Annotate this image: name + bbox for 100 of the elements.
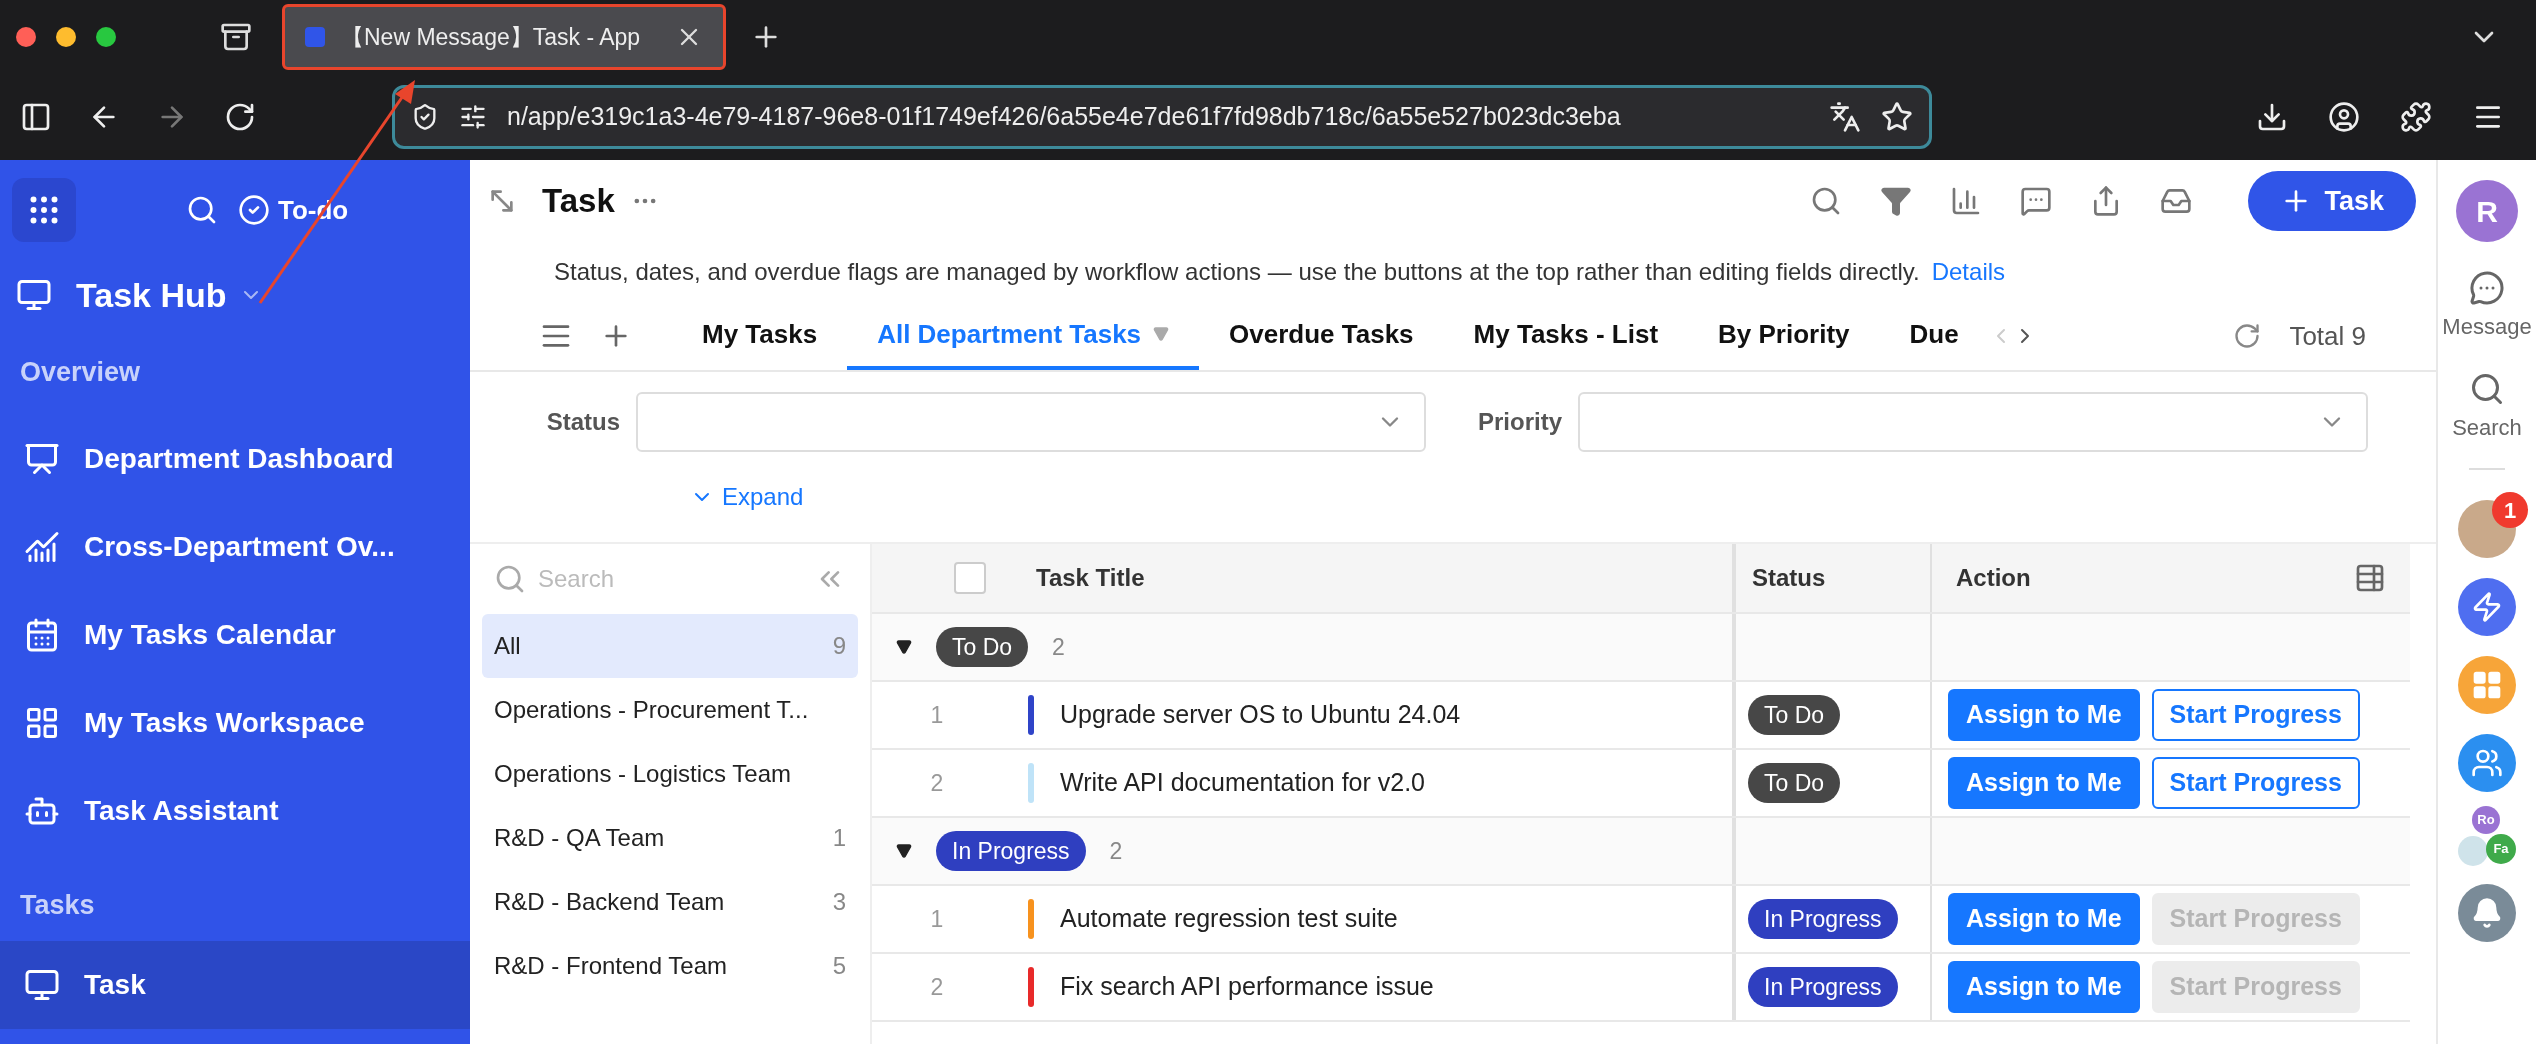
notification-badge: 1 xyxy=(2492,492,2528,528)
download-icon[interactable] xyxy=(2256,101,2288,133)
collapse-caret-icon[interactable] xyxy=(896,843,912,859)
action-button[interactable]: Assign to Me xyxy=(1948,689,2140,741)
status-tag: To Do xyxy=(1748,695,1841,735)
ai-assistant-button[interactable] xyxy=(2458,578,2516,636)
view-tab[interactable]: All Department Tasks xyxy=(847,302,1200,370)
action-button[interactable]: Assign to Me xyxy=(1948,757,2140,809)
task-title: Write API documentation for v2.0 xyxy=(1060,767,1425,799)
collapse-caret-icon[interactable] xyxy=(896,639,912,655)
group-avatar: Fa xyxy=(2486,834,2516,864)
contacts-button[interactable] xyxy=(2458,734,2516,792)
sidebar-item[interactable]: My Tasks Workspace xyxy=(0,678,470,767)
caret-icon xyxy=(1153,326,1170,342)
view-tab[interactable]: Overdue Tasks xyxy=(1199,302,1444,370)
group-avatar: Ro xyxy=(2472,806,2500,834)
add-task-button[interactable]: Task xyxy=(2248,171,2416,231)
minimize-window-icon[interactable] xyxy=(56,27,76,47)
group-item[interactable]: Operations - Procurement T... xyxy=(482,678,858,742)
message-icon xyxy=(2469,270,2505,306)
lightning-icon xyxy=(2471,591,2503,623)
site-settings-icon[interactable] xyxy=(459,103,487,131)
view-tab[interactable]: My Tasks - List xyxy=(1443,302,1689,370)
group-item[interactable]: R&D - Backend Team 3 xyxy=(482,870,858,934)
filter-label: Status xyxy=(545,407,620,437)
column-header: Action xyxy=(1956,563,2031,593)
select-all-checkbox[interactable] xyxy=(954,562,986,594)
total-count: Total 9 xyxy=(2289,319,2366,353)
search-icon xyxy=(2469,371,2505,407)
favicon-icon xyxy=(305,27,325,47)
tab-title: 【New Message】Task - App xyxy=(341,22,642,52)
app-icon xyxy=(16,277,52,313)
account-icon[interactable] xyxy=(2328,101,2360,133)
sidebar-item[interactable]: Department Dashboard xyxy=(0,414,470,503)
action-button[interactable]: Start Progress xyxy=(2151,689,2360,741)
filter-icon[interactable] xyxy=(1880,185,1913,217)
refresh-icon[interactable] xyxy=(2233,322,2262,350)
section-title: Overview xyxy=(19,356,142,389)
url-text: n/app/e319c1a3-4e79-4187-96e8-01f1749ef426/6a55e4e7de61f7fd98db718c/6a55e527b023dc3eba xyxy=(507,101,1622,133)
status-tag: To Do xyxy=(936,627,1029,667)
section-title: Tasks xyxy=(19,888,96,922)
column-header: Task Title xyxy=(1036,563,1145,593)
view-tab[interactable]: By Priority xyxy=(1688,302,1880,370)
translate-icon[interactable] xyxy=(1829,101,1861,133)
group-item[interactable]: Operations - Logistics Team xyxy=(482,742,858,806)
sidebar-item[interactable]: Task Assistant xyxy=(0,766,470,855)
status-tag: In Progress xyxy=(1748,967,1898,1007)
rail-button[interactable]: Search xyxy=(2452,371,2522,444)
check-circle-icon xyxy=(238,194,270,226)
filter-label: Priority xyxy=(1476,407,1562,437)
reload-icon[interactable] xyxy=(224,101,256,133)
search-icon[interactable] xyxy=(186,194,218,226)
close-window-icon[interactable] xyxy=(16,27,36,47)
grid-icon xyxy=(2471,669,2503,701)
group-count: 2 xyxy=(1109,836,1123,866)
sidebar-item[interactable]: Cross-Department Ov... xyxy=(0,502,470,591)
task-title: Upgrade server OS to Ubuntu 24.04 xyxy=(1060,699,1461,731)
view-tab[interactable]: My Tasks xyxy=(672,302,848,370)
column-settings-icon[interactable] xyxy=(2354,562,2386,594)
group-item[interactable]: All 9 xyxy=(482,614,858,678)
browser-tab[interactable]: 【New Message】Task - App xyxy=(282,4,726,70)
page-title: Task xyxy=(542,181,615,222)
comment-icon[interactable] xyxy=(2020,185,2053,217)
sidebar-item[interactable]: Task xyxy=(0,941,470,1029)
action-button[interactable]: Assign to Me xyxy=(1948,961,2140,1013)
action-button[interactable]: Assign to Me xyxy=(1948,893,2140,945)
group-item[interactable]: R&D - Frontend Team 5 xyxy=(482,934,858,998)
people-icon xyxy=(2471,747,2503,779)
rail-button[interactable]: Message xyxy=(2442,270,2532,343)
extensions-icon[interactable] xyxy=(2400,101,2432,133)
details-link[interactable]: Details xyxy=(1931,254,2006,290)
nav-icon xyxy=(24,967,60,1003)
action-button[interactable]: Start Progress xyxy=(2151,757,2360,809)
app-title: Task Hub xyxy=(76,274,227,316)
row-number: 1 xyxy=(929,700,945,730)
app-launcher-button[interactable] xyxy=(12,178,76,242)
status-tag: In Progress xyxy=(1748,899,1898,939)
bell-icon xyxy=(2471,897,2503,929)
status-tag: In Progress xyxy=(936,831,1086,871)
expand-button[interactable]: Expand xyxy=(690,479,804,515)
notifications-button[interactable] xyxy=(2458,884,2516,942)
search-icon xyxy=(494,563,526,595)
nav-icon xyxy=(24,616,60,653)
notice-text: Status, dates, and overdue flags are managed by workflow actions — use the buttons at the top rather than editing fields directly. xyxy=(554,257,1920,287)
bookmark-icon[interactable] xyxy=(1881,101,1913,133)
maximize-window-icon[interactable] xyxy=(96,27,116,47)
task-title: Fix search API performance issue xyxy=(1060,971,1434,1003)
tab-groups-icon[interactable] xyxy=(220,21,252,53)
view-tab[interactable]: Due xyxy=(1879,302,1989,370)
row-number: 2 xyxy=(929,768,945,798)
sidebar-item[interactable]: My Tasks Calendar xyxy=(0,590,470,679)
address-bar[interactable]: n/app/e319c1a3-4e79-4187-96e8-01f1749ef426/6a55e4e7de61f7fd98db718c/6a55e527b023dc3eba xyxy=(392,85,1932,149)
group-count: 2 xyxy=(1052,632,1065,662)
row-number: 2 xyxy=(929,972,945,1002)
group-item[interactable]: R&D - QA Team 1 xyxy=(482,806,858,870)
group-search-field[interactable]: Search xyxy=(538,561,802,597)
user-avatar[interactable]: R xyxy=(2456,180,2518,242)
column-header: Status xyxy=(1752,563,1826,593)
sidebar-toggle-icon[interactable] xyxy=(20,101,52,133)
avatar-silhouette xyxy=(2458,836,2488,866)
